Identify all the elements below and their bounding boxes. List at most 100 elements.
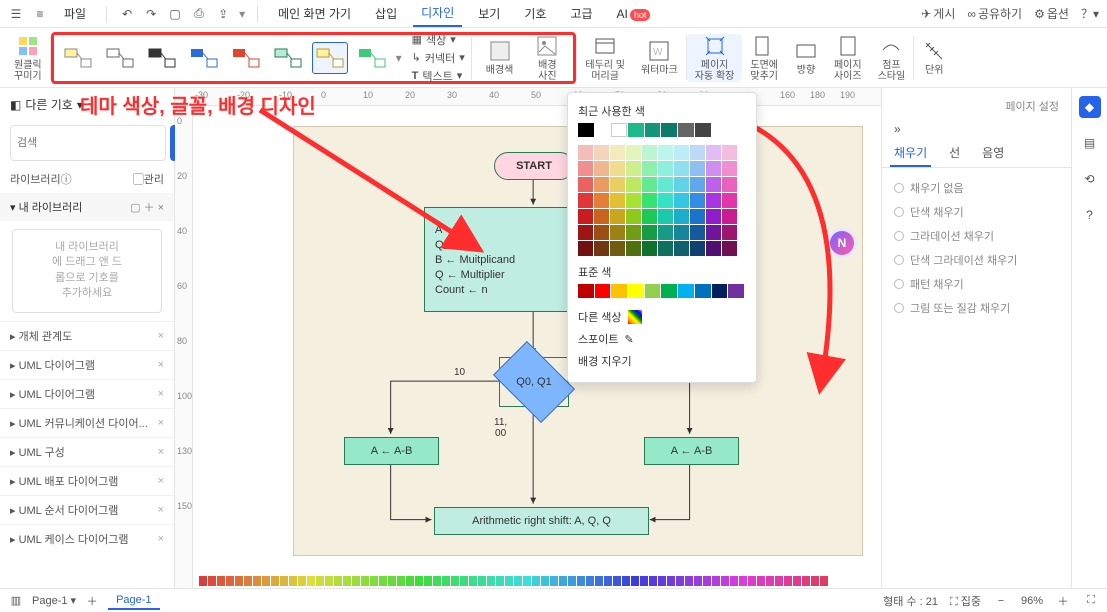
quick-color[interactable] — [541, 576, 549, 586]
theme-3[interactable] — [144, 42, 180, 74]
page-tab-1[interactable]: Page-1 — [108, 592, 159, 610]
quick-color[interactable] — [379, 576, 387, 586]
color-swatch[interactable] — [706, 209, 721, 224]
export-icon[interactable]: ⇪ — [215, 6, 231, 22]
border-button[interactable]: 테두리 및 머리글 — [577, 34, 633, 82]
watermark-button[interactable]: W워터마크 — [633, 39, 686, 76]
quick-color[interactable] — [595, 576, 603, 586]
color-swatch[interactable] — [690, 225, 705, 240]
quick-color[interactable] — [811, 576, 819, 586]
quick-color[interactable] — [523, 576, 531, 586]
color-swatch[interactable] — [626, 177, 641, 192]
quick-color[interactable] — [658, 576, 666, 586]
library-item[interactable]: ▸ UML 케이스 다이어그램× — [0, 524, 174, 553]
color-swatch[interactable] — [578, 241, 593, 256]
library-item[interactable]: ▸ UML 배포 다이어그램× — [0, 466, 174, 495]
fullscreen-icon[interactable]: ⛶ — [1083, 593, 1099, 609]
collapse-panel[interactable]: » — [882, 122, 1071, 140]
library-dropzone[interactable]: 내 라이브러리 에 드래그 앤 드 롭으로 기호를 추가하세요 — [12, 229, 162, 313]
quick-color[interactable] — [550, 576, 558, 586]
theme-4[interactable] — [186, 42, 222, 74]
color-swatch[interactable] — [706, 161, 721, 176]
color-swatch[interactable] — [626, 209, 641, 224]
quick-color[interactable] — [460, 576, 468, 586]
quick-color[interactable] — [694, 576, 702, 586]
zoom-in-icon[interactable]: ＋ — [1055, 593, 1071, 609]
menu-ai[interactable]: AIhot — [609, 3, 659, 25]
search-input[interactable] — [10, 125, 166, 161]
color-swatch[interactable] — [722, 209, 737, 224]
color-swatch[interactable] — [678, 284, 694, 298]
quick-color[interactable] — [712, 576, 720, 586]
quick-color[interactable] — [559, 576, 567, 586]
quick-color[interactable] — [703, 576, 711, 586]
quick-color[interactable] — [613, 576, 621, 586]
app-menu-icon[interactable]: ☰ — [8, 6, 24, 22]
color-swatch[interactable] — [674, 241, 689, 256]
color-swatch[interactable] — [610, 209, 625, 224]
color-swatch[interactable] — [594, 161, 609, 176]
color-swatch[interactable] — [658, 193, 673, 208]
quick-color[interactable] — [496, 576, 504, 586]
colors-dropdown[interactable]: ▦ 색상 ▾ — [412, 32, 465, 48]
quick-color[interactable] — [802, 576, 810, 586]
color-swatch[interactable] — [690, 241, 705, 256]
library-item[interactable]: ▸ UML 다이어그램× — [0, 379, 174, 408]
quick-color[interactable] — [766, 576, 774, 586]
quick-color[interactable] — [532, 576, 540, 586]
shape-box-1[interactable]: A ← A-B — [344, 437, 439, 465]
color-swatch[interactable] — [594, 209, 609, 224]
zoom-out-icon[interactable]: − — [993, 593, 1009, 609]
color-swatch[interactable] — [578, 123, 594, 137]
quick-color[interactable] — [604, 576, 612, 586]
page-dropdown[interactable]: Page-1 ▾ — [32, 594, 76, 607]
color-swatch[interactable] — [578, 161, 593, 176]
color-swatch[interactable] — [674, 161, 689, 176]
color-swatch[interactable] — [690, 145, 705, 160]
fill-option[interactable]: 단색 그라데이션 채우기 — [882, 248, 1071, 272]
quick-color[interactable] — [325, 576, 333, 586]
publish-button[interactable]: ✈ 게시 — [921, 5, 955, 22]
color-swatch[interactable] — [661, 284, 677, 298]
quick-color[interactable] — [208, 576, 216, 586]
shape-init[interactable]: A ← 0Q₁ ← 0B ← MuitplicandQ ← Multiplier… — [424, 207, 569, 312]
quick-color[interactable] — [568, 576, 576, 586]
other-color-button[interactable]: 다른 색상 — [578, 306, 746, 328]
shape-start[interactable]: START — [494, 152, 574, 180]
quick-color[interactable] — [280, 576, 288, 586]
pagesize-button[interactable]: 페이지 사이즈 — [826, 34, 870, 82]
fill-option[interactable]: 그림 또는 질감 채우기 — [882, 296, 1071, 320]
save-icon[interactable]: ▢ — [167, 6, 183, 22]
quick-color[interactable] — [433, 576, 441, 586]
quick-color[interactable] — [370, 576, 378, 586]
color-swatch[interactable] — [642, 193, 657, 208]
color-swatch[interactable] — [642, 177, 657, 192]
color-swatch[interactable] — [695, 284, 711, 298]
quick-color[interactable] — [217, 576, 225, 586]
color-swatch[interactable] — [645, 123, 661, 137]
theme-more[interactable]: ▾ — [396, 51, 402, 65]
color-swatch[interactable] — [610, 145, 625, 160]
quick-color[interactable] — [775, 576, 783, 586]
color-swatch[interactable] — [690, 177, 705, 192]
color-swatch[interactable] — [674, 209, 689, 224]
options-button[interactable]: ⚙ 옵션 — [1034, 5, 1069, 22]
color-swatch[interactable] — [722, 177, 737, 192]
quick-color[interactable] — [667, 576, 675, 586]
fill-option[interactable]: 패턴 채우기 — [882, 272, 1071, 296]
menu-file[interactable]: 파일 — [56, 1, 94, 26]
color-swatch[interactable] — [642, 241, 657, 256]
color-swatch[interactable] — [642, 161, 657, 176]
color-swatch[interactable] — [661, 123, 677, 137]
library-item[interactable]: ▸ UML 다이어그램× — [0, 350, 174, 379]
color-swatch[interactable] — [626, 161, 641, 176]
quick-color[interactable] — [253, 576, 261, 586]
tab-line[interactable]: 선 — [945, 140, 964, 167]
color-swatch[interactable] — [690, 193, 705, 208]
color-swatch[interactable] — [722, 145, 737, 160]
color-swatch[interactable] — [610, 225, 625, 240]
color-swatch[interactable] — [578, 284, 594, 298]
quick-color[interactable] — [451, 576, 459, 586]
theme-7[interactable] — [312, 42, 348, 74]
quick-color[interactable] — [289, 576, 297, 586]
